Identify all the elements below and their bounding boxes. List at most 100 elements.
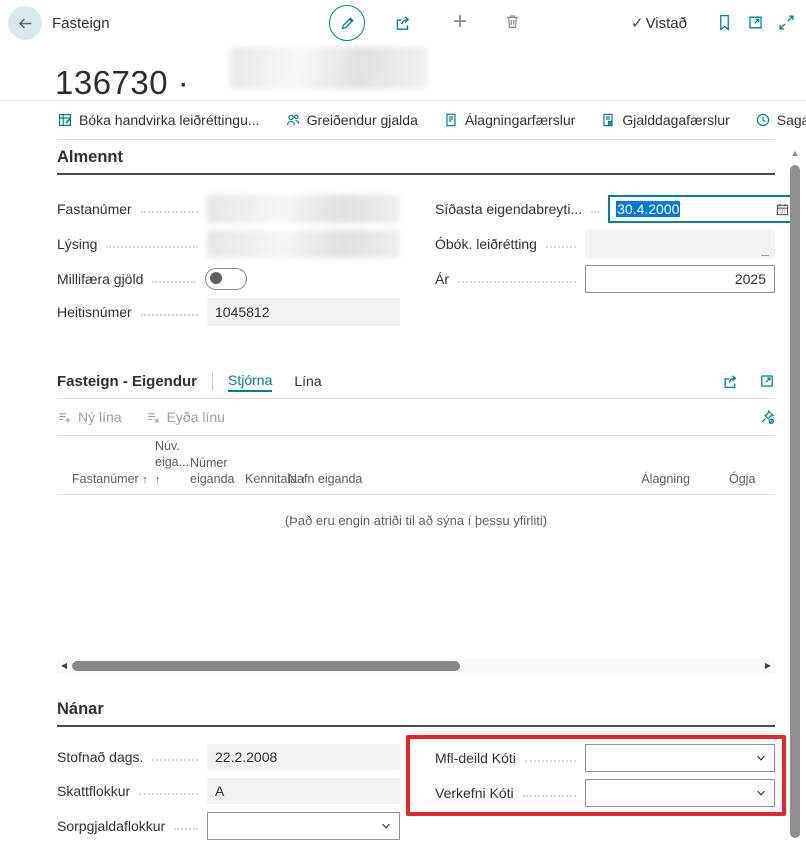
people-icon xyxy=(285,112,301,128)
obok-leidretting-value: _ xyxy=(585,230,775,258)
heitisnumer-value[interactable]: 1045812 xyxy=(207,298,400,326)
check-icon: ✓ xyxy=(631,14,644,32)
chevron-down-icon[interactable] xyxy=(755,787,767,799)
action-saga[interactable]: Saga xyxy=(755,112,806,128)
vertical-scroll-thumb[interactable] xyxy=(790,165,800,838)
ar-input[interactable] xyxy=(594,266,766,292)
column-ogjaldfaert-truncated[interactable]: Ógja xyxy=(729,471,775,487)
dotted-leader xyxy=(152,759,198,761)
share-button[interactable] xyxy=(394,14,412,32)
action-boka-handvirka-leidrettingu[interactable]: Bóka handvirka leiðréttingu... xyxy=(57,112,260,128)
post-journal-icon xyxy=(57,112,73,128)
section-nanar: Nánar Stofnað dags. 22.2.2008 Skattflokk… xyxy=(57,700,775,846)
chevron-down-icon[interactable] xyxy=(380,820,392,832)
section-almennt: Almennt Fastanúmer Lýsing Millifæra gjöl… xyxy=(57,148,775,358)
column-nafn-eiganda[interactable]: Nafn eiganda xyxy=(288,471,362,487)
trash-icon xyxy=(504,13,521,30)
action-greidendur-gjalda[interactable]: Greiðendur gjalda xyxy=(285,112,418,128)
field-millifaera-gjold: Millifæra gjöld xyxy=(57,265,400,293)
subpage-fasteign-eigendur: Fasteign - Eigendur Stjórna Lína xyxy=(57,364,775,674)
pin-slash-icon xyxy=(759,409,775,425)
scroll-right-arrow[interactable]: ▶ xyxy=(762,661,774,671)
mfl-deild-koti-input[interactable] xyxy=(594,745,748,771)
save-status: ✓ Vistað xyxy=(631,0,687,46)
new-record-button[interactable]: + xyxy=(449,8,471,36)
column-numer-eiganda[interactable]: Númer eiganda xyxy=(190,455,242,488)
grid-body-empty: (Það eru engin atriði til að sýna í þess… xyxy=(57,495,775,658)
calendar-icon[interactable] xyxy=(775,202,790,217)
record-title: 136730 · xyxy=(55,64,189,102)
horizontal-scroll-thumb[interactable] xyxy=(72,661,460,671)
selected-date-text: 30.4.2000 xyxy=(616,201,680,217)
field-verkefni-koti: Verkefni Kóti xyxy=(435,779,775,807)
subpage-header-icons xyxy=(722,373,775,390)
sorpgjaldaflokkur-combobox xyxy=(207,812,400,840)
column-alagning[interactable]: Álagning xyxy=(630,471,690,487)
top-bar: Fasteign + ✓ Vistað xyxy=(0,0,806,46)
bookmark-button[interactable] xyxy=(717,14,732,31)
skattflokkur-value[interactable]: A xyxy=(207,778,400,804)
subpage-title: Fasteign - Eigendur xyxy=(57,373,197,390)
tab-lina[interactable]: Lína xyxy=(294,371,321,391)
drilldown-link[interactable]: _ xyxy=(761,241,769,257)
verkefni-koti-input[interactable] xyxy=(594,780,748,806)
action-gjalddagafaerslur[interactable]: Gjalddagafærslur xyxy=(600,112,729,128)
new-line-icon xyxy=(57,410,72,425)
share-icon xyxy=(722,373,739,390)
millifaera-gjold-toggle[interactable] xyxy=(205,268,247,290)
stofnad-dags-value[interactable]: 22.2.2008 xyxy=(207,744,400,770)
edit-pencil-button[interactable] xyxy=(329,5,365,41)
delete-record-button[interactable] xyxy=(504,13,521,30)
lysing-value-redacted[interactable] xyxy=(207,230,400,258)
field-label: Lýsing xyxy=(57,236,97,252)
scroll-left-arrow[interactable]: ◀ xyxy=(58,661,70,671)
section-title: Nánar xyxy=(57,700,775,719)
action-label: Eyða línu xyxy=(167,409,225,425)
fastanumer-value-redacted[interactable] xyxy=(207,195,400,223)
action-alagningarfaerslur[interactable]: Álagningarfærslur xyxy=(443,112,576,128)
empty-list-message: (Það eru engin atriði til að sýna í þess… xyxy=(57,495,775,528)
column-label: Númer eiganda xyxy=(190,456,235,486)
tab-stjorna[interactable]: Stjórna xyxy=(228,370,272,392)
sorpgjaldaflokkur-input[interactable] xyxy=(216,813,373,839)
back-arrow-icon xyxy=(17,15,34,32)
ar-input-wrap xyxy=(585,265,775,293)
field-label: Ár xyxy=(435,271,449,287)
plus-icon: + xyxy=(453,8,467,36)
back-button[interactable] xyxy=(8,6,42,40)
expand-page-button[interactable] xyxy=(778,14,795,31)
action-label: Álagningarfærslur xyxy=(465,112,576,128)
scroll-up-arrow[interactable]: ▲ xyxy=(789,146,801,160)
subpage-popout-button[interactable] xyxy=(759,373,775,390)
action-label: Saga xyxy=(777,112,806,128)
sort-ascending-icon: ↑ xyxy=(155,474,161,486)
delete-line-button-disabled[interactable]: Eyða línu xyxy=(146,409,225,425)
page-caption: Fasteign xyxy=(52,0,110,46)
share-icon xyxy=(394,14,412,32)
pencil-icon xyxy=(339,15,356,32)
subpage-action-row: Ný lína Eyða línu xyxy=(57,399,775,436)
dotted-leader xyxy=(152,281,196,283)
field-label: Óbók. leiðrétting xyxy=(435,236,537,252)
vertical-divider xyxy=(212,372,213,390)
field-value: A xyxy=(215,783,224,799)
ledger-entries-icon xyxy=(443,112,459,128)
field-fastanumer: Fastanúmer xyxy=(57,195,400,223)
dotted-leader xyxy=(174,828,198,830)
vertical-scrollbar: ▲ xyxy=(789,143,801,846)
field-value: 1045812 xyxy=(215,304,270,320)
field-label: Síðasta eigendabreyti... xyxy=(435,201,582,217)
dotted-leader xyxy=(139,793,198,795)
sidasta-eigendabreyting-date-input[interactable]: 30.4.2000 xyxy=(608,195,798,223)
unpin-button[interactable] xyxy=(759,409,775,425)
subpage-share-button[interactable] xyxy=(722,373,739,390)
chevron-down-icon[interactable] xyxy=(755,752,767,764)
subpage-header: Fasteign - Eigendur Stjórna Lína xyxy=(57,364,775,399)
field-label: Mfl-deild Kóti xyxy=(435,750,516,766)
column-fastanumer[interactable]: Fastanúmer ↑ xyxy=(72,471,148,487)
open-in-window-button[interactable] xyxy=(747,14,764,31)
dotted-leader xyxy=(141,314,198,316)
action-label: Gjalddagafærslur xyxy=(622,112,729,128)
new-line-button-disabled[interactable]: Ný lína xyxy=(57,409,122,425)
grid-header-row: Fastanúmer ↑ Núv. eiga...↑ Númer eiganda… xyxy=(57,436,775,495)
